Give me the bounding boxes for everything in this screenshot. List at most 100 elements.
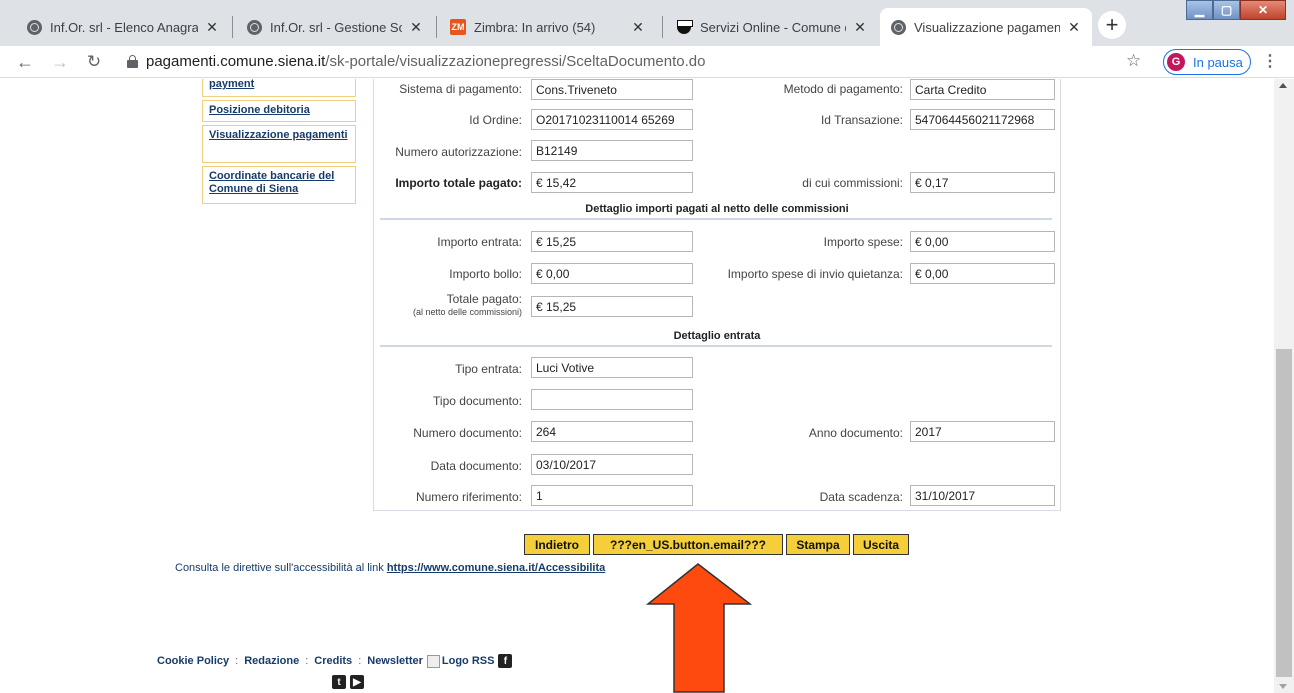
section-divider	[380, 218, 1052, 220]
field-sistema-pagamento: Cons.Triveneto	[531, 79, 693, 100]
menu-item-coordinate-bancarie[interactable]: Coordinate bancarie del Comune di Siena	[202, 166, 356, 204]
globe-icon	[890, 19, 906, 35]
tab-label: Inf.Or. srl - Gestione Soggett	[270, 19, 402, 35]
tab-separator	[232, 16, 233, 38]
label-data-documento: Data documento:	[430, 459, 522, 473]
footer-credits[interactable]: Credits	[314, 655, 352, 667]
field-importo-entrata: € 15,25	[531, 231, 693, 252]
uscita-button[interactable]: Uscita	[853, 534, 909, 555]
close-icon[interactable]: ✕	[408, 19, 424, 36]
menu-item-posizione-debitoria[interactable]: Posizione debitoria	[202, 100, 356, 122]
field-importo-spese: € 0,00	[910, 231, 1055, 252]
scroll-up-arrow-icon[interactable]	[1279, 83, 1287, 88]
field-anno-documento: 2017	[910, 421, 1055, 442]
close-icon[interactable]: ✕	[852, 19, 868, 36]
menu-item-payment[interactable]: Xxxx xx xxx xxxx xxxx payment	[202, 79, 356, 97]
profile-status: In pausa	[1193, 54, 1243, 70]
reload-icon[interactable]: ↻	[82, 50, 106, 74]
stampa-button[interactable]: Stampa	[786, 534, 850, 555]
label-metodo-pagamento: Metodo di pagamento:	[783, 82, 903, 96]
label-data-scadenza: Data scadenza:	[819, 490, 903, 504]
zimbra-icon: ZM	[450, 19, 466, 35]
field-id-transazione: 547064456021172968	[910, 109, 1055, 130]
footer-cookie-policy[interactable]: Cookie Policy	[157, 655, 229, 667]
accessibility-link[interactable]: https://www.comune.siena.it/Accessibilit…	[387, 562, 605, 574]
address-bar[interactable]: pagamenti.comune.siena.it/sk-portale/vis…	[146, 53, 705, 70]
field-data-documento: 03/10/2017	[531, 454, 693, 475]
footer-links: Cookie Policy : Redazione : Credits : Ne…	[157, 654, 513, 668]
twitter-icon[interactable]: t	[332, 675, 346, 689]
url-host: pagamenti.comune.siena.it	[146, 53, 326, 70]
close-window-button[interactable]: ✕	[1240, 0, 1286, 20]
back-arrow-icon[interactable]: ←	[13, 50, 37, 74]
label-sistema-pagamento: Sistema di pagamento:	[399, 82, 522, 96]
field-numero-autorizzazione: B12149	[531, 140, 693, 161]
section-title-entry: Dettaglio entrata	[673, 330, 761, 342]
label-id-transazione: Id Transazione:	[820, 113, 903, 127]
lock-icon	[127, 55, 138, 68]
profile-button[interactable]: G In pausa	[1163, 49, 1251, 75]
forward-arrow-icon[interactable]: →	[48, 50, 72, 74]
email-button[interactable]: ???en_US.button.email???	[593, 534, 783, 555]
field-id-ordine: O20171023110014 65269	[531, 109, 693, 130]
label-id-ordine: Id Ordine:	[469, 113, 522, 127]
accessibility-note: Consulta le direttive sull'accessibilità…	[175, 562, 605, 574]
bookmark-star-icon[interactable]: ☆	[1126, 51, 1141, 71]
accessibility-text: Consulta le direttive sull'accessibilità…	[175, 562, 384, 574]
page-content: Xxxx xx xxx xxxx xxxx payment Posizione …	[0, 79, 1274, 693]
minimize-button[interactable]: ▁	[1186, 0, 1213, 20]
broken-image-icon	[426, 654, 440, 668]
vertical-scrollbar[interactable]	[1274, 79, 1294, 693]
scroll-down-arrow-icon[interactable]	[1279, 684, 1287, 689]
label-numero-riferimento: Numero riferimento:	[415, 490, 522, 504]
label-numero-autorizzazione: Numero autorizzazione:	[395, 145, 522, 159]
tab-separator	[662, 16, 663, 38]
menu-item-visualizzazione-pagamenti[interactable]: Visualizzazione pagamenti	[202, 125, 356, 163]
arrow-up-icon	[645, 563, 753, 693]
label-tipo-documento: Tipo documento:	[433, 394, 522, 408]
annotation-arrow	[644, 562, 754, 693]
label-totale-pagato: Totale pagato: (al netto delle commissio…	[412, 292, 522, 318]
label-importo-entrata: Importo entrata:	[437, 235, 522, 249]
field-importo-bollo: € 0,00	[531, 263, 693, 284]
close-icon[interactable]: ✕	[204, 19, 220, 36]
facebook-icon[interactable]: f	[498, 654, 513, 668]
field-numero-riferimento: 1	[531, 485, 693, 506]
label-anno-documento: Anno documento:	[808, 426, 903, 440]
globe-icon	[26, 19, 42, 35]
window-controls: ▁ ▢ ✕	[1186, 0, 1286, 20]
tab-servizi-online[interactable]: Servizi Online - Comune di S ✕	[666, 8, 878, 46]
field-importo-totale: € 15,42	[531, 172, 693, 193]
footer-separator: :	[358, 655, 362, 667]
rss-alt-text: Logo RSS	[441, 655, 495, 667]
tab-label: Visualizzazione pagamenti p	[914, 19, 1060, 35]
footer-separator: :	[305, 655, 309, 667]
footer-newsletter[interactable]: Newsletter	[367, 655, 423, 667]
close-icon[interactable]: ✕	[630, 19, 646, 36]
rss-link[interactable]: Logo RSS	[426, 654, 495, 668]
field-metodo-pagamento: Carta Credito	[910, 79, 1055, 100]
indietro-button[interactable]: Indietro	[524, 534, 590, 555]
tab-zimbra[interactable]: ZM Zimbra: In arrivo (54) ✕	[440, 8, 656, 46]
close-icon[interactable]: ✕	[1066, 19, 1082, 36]
label-tipo-entrata: Tipo entrata:	[455, 362, 522, 376]
youtube-icon[interactable]: ▶	[350, 675, 364, 689]
label-commissioni: di cui commissioni:	[802, 176, 903, 190]
shield-icon	[676, 19, 693, 35]
scrollbar-thumb[interactable]	[1276, 349, 1292, 677]
browser-tab-strip: Inf.Or. srl - Elenco Anagrafich ✕ Inf.Or…	[0, 0, 1294, 46]
social-icons: t ▶	[332, 675, 364, 689]
globe-icon	[246, 19, 262, 35]
new-tab-button[interactable]: +	[1098, 11, 1126, 39]
tab-elenco-anagrafiche[interactable]: Inf.Or. srl - Elenco Anagrafich ✕	[16, 8, 230, 46]
label-importo-bollo: Importo bollo:	[449, 267, 522, 281]
footer-redazione[interactable]: Redazione	[244, 655, 299, 667]
maximize-button[interactable]: ▢	[1213, 0, 1240, 20]
label-importo-spese: Importo spese:	[823, 235, 903, 249]
tab-gestione-soggetti[interactable]: Inf.Or. srl - Gestione Soggett ✕	[236, 8, 434, 46]
tab-label: Inf.Or. srl - Elenco Anagrafich	[50, 19, 198, 35]
tab-visualizzazione-pagamenti[interactable]: Visualizzazione pagamenti p ✕	[880, 8, 1092, 46]
field-tipo-documento	[531, 389, 693, 410]
field-commissioni: € 0,17	[910, 172, 1055, 193]
menu-kebab-icon[interactable]: ⋮	[1262, 51, 1278, 71]
